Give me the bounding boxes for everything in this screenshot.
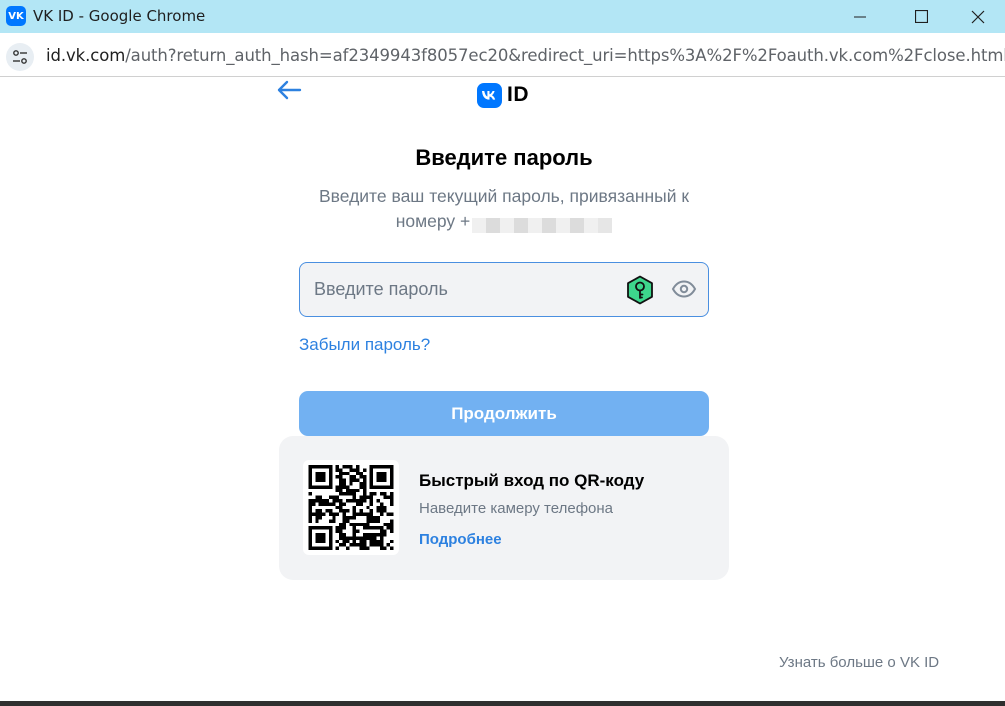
close-icon bbox=[971, 10, 985, 23]
qr-subtitle: Наведите камеру телефона bbox=[419, 500, 614, 517]
learn-more-vk-id-link[interactable]: Узнать больше о VK ID bbox=[779, 654, 939, 671]
show-password-eye-icon[interactable] bbox=[671, 278, 697, 300]
forgot-password-link[interactable]: Забыли пароль? bbox=[299, 335, 430, 355]
window-title-bar: VK VK ID - Google Chrome bbox=[0, 0, 1005, 33]
qr-more-link[interactable]: Подробнее bbox=[419, 531, 502, 548]
vk-id-logo: ID bbox=[477, 82, 529, 108]
subtitle-line-1: Введите ваш текущий пароль, привязанный … bbox=[318, 186, 690, 206]
vk-app-icon: VK bbox=[6, 6, 26, 26]
window-bottom-edge bbox=[0, 701, 1005, 706]
vk-id-logo-text: ID bbox=[507, 83, 529, 106]
password-field[interactable] bbox=[299, 262, 709, 317]
url-path: /auth?return_auth_hash=af2349943f8057ec2… bbox=[125, 46, 1005, 65]
minimize-button[interactable] bbox=[837, 0, 883, 33]
maximize-icon bbox=[914, 10, 928, 23]
maximize-button[interactable] bbox=[898, 0, 944, 33]
back-button[interactable] bbox=[274, 77, 304, 103]
page-title: Введите пароль bbox=[415, 145, 593, 170]
close-button[interactable] bbox=[955, 0, 1001, 33]
subtitle: Введите ваш текущий пароль, привязанный … bbox=[290, 184, 718, 234]
address-bar: id.vk.com/auth?return_auth_hash=af234994… bbox=[0, 33, 1005, 77]
continue-button[interactable]: Продолжить bbox=[299, 391, 709, 436]
back-arrow-icon bbox=[277, 80, 302, 100]
url-host: id.vk.com bbox=[46, 46, 126, 65]
qr-code-icon bbox=[303, 460, 399, 555]
masked-phone-number bbox=[472, 215, 613, 233]
window-title: VK ID - Google Chrome bbox=[33, 7, 206, 25]
password-input[interactable] bbox=[314, 263, 614, 316]
qr-title: Быстрый вход по QR-коду bbox=[419, 471, 645, 490]
url-field[interactable]: id.vk.com/auth?return_auth_hash=af234994… bbox=[46, 46, 1005, 65]
vk-logo-icon bbox=[477, 82, 502, 108]
minimize-icon bbox=[854, 16, 866, 17]
site-info-icon[interactable] bbox=[6, 43, 34, 71]
qr-login-card: Быстрый вход по QR-коду Наведите камеру … bbox=[279, 436, 729, 580]
password-key-icon[interactable] bbox=[625, 275, 655, 305]
phone-prefix: номеру + bbox=[395, 211, 471, 231]
subtitle-line-2: номеру + bbox=[290, 209, 718, 234]
